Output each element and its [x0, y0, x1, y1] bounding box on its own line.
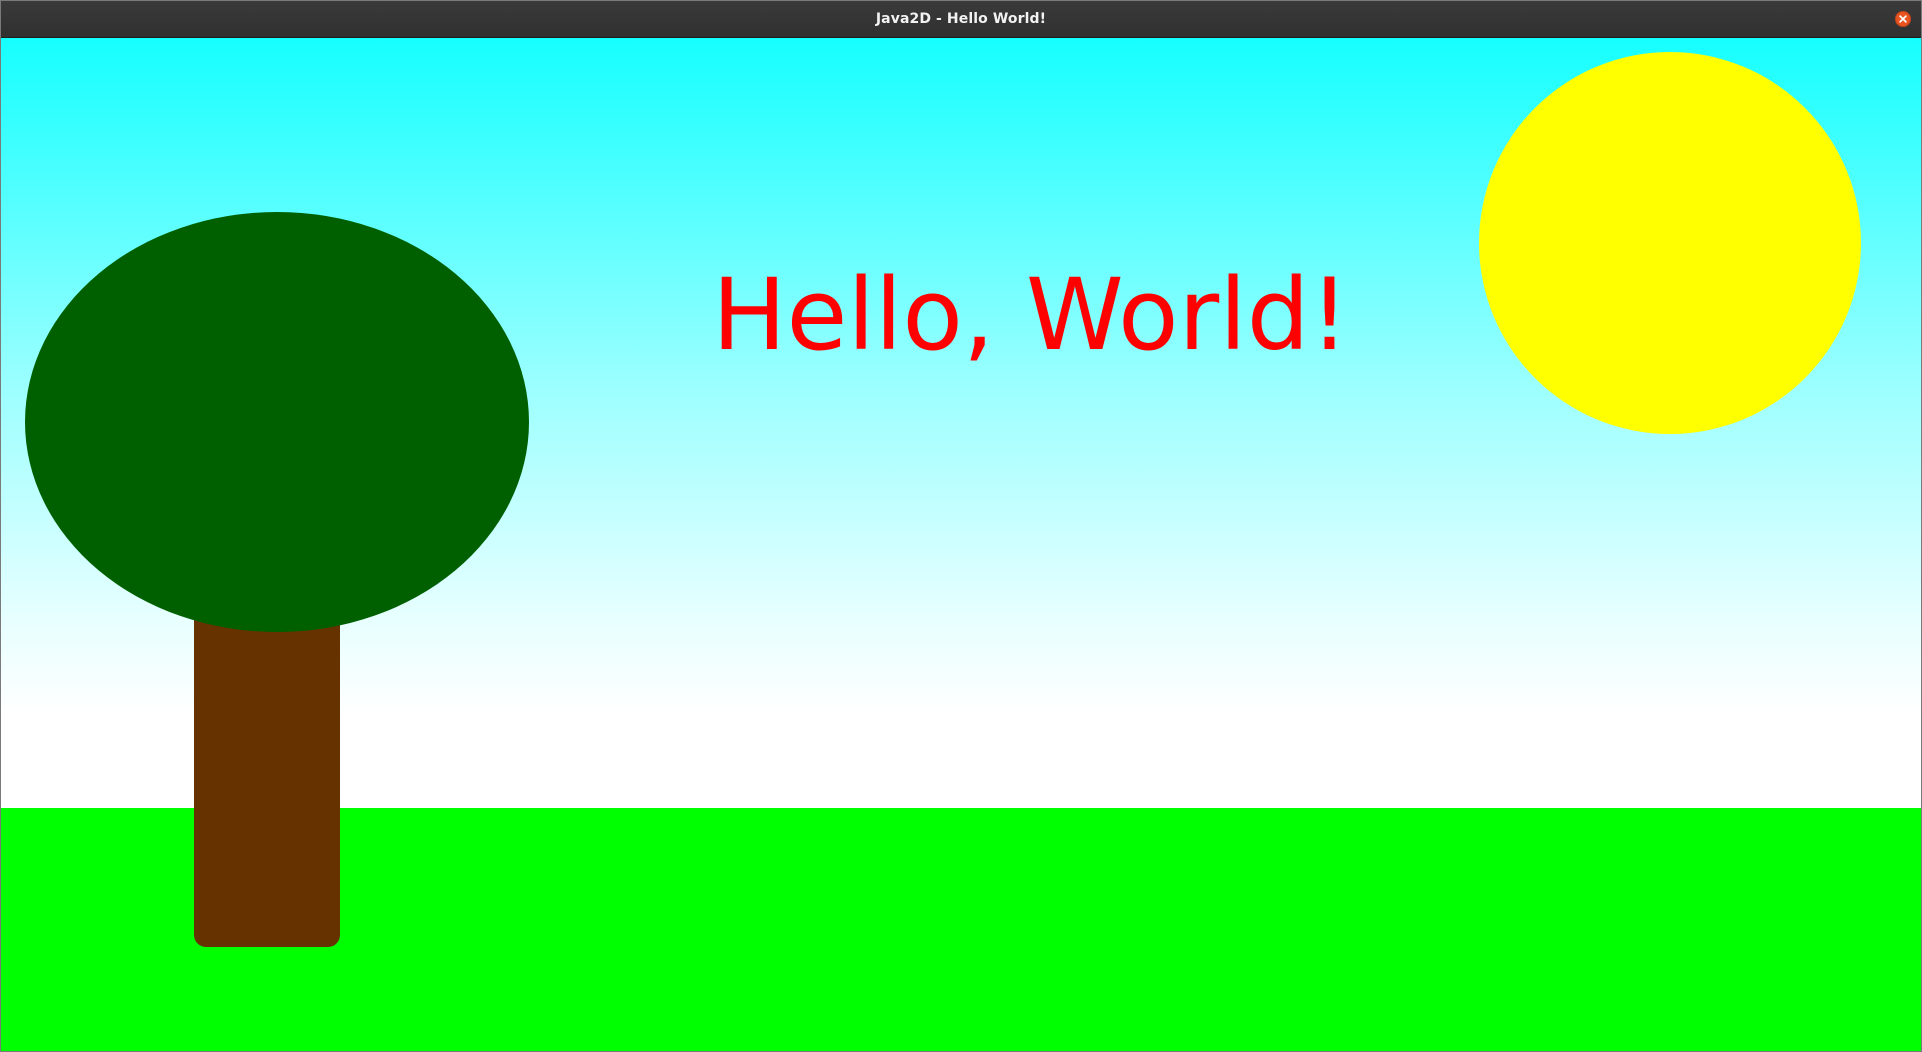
- close-button[interactable]: [1895, 11, 1911, 27]
- tree-trunk: [194, 597, 340, 947]
- close-icon: [1899, 15, 1907, 23]
- hello-world-text: Hello, World!: [712, 258, 1350, 373]
- sun-circle: [1479, 52, 1861, 434]
- tree-canopy: [25, 212, 529, 632]
- drawing-canvas: Hello, World!: [1, 38, 1921, 1051]
- window-title: Java2D - Hello World!: [875, 11, 1047, 27]
- app-window: Java2D - Hello World! Hello, World!: [0, 0, 1922, 1052]
- title-bar[interactable]: Java2D - Hello World!: [1, 1, 1921, 38]
